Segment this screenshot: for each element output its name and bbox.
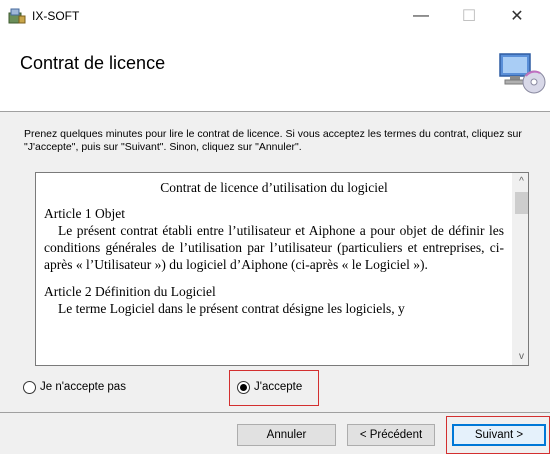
accept-radio-circle[interactable] [237, 380, 250, 394]
decline-radio-circle[interactable] [23, 380, 36, 394]
vertical-scrollbar[interactable]: ^ v [512, 173, 528, 365]
article-1-body: Le présent contrat établi entre l’utilis… [44, 223, 504, 272]
article-2-title: Article 2 Définition du Logiciel [44, 284, 216, 299]
footer-divider [0, 412, 550, 413]
title-bar[interactable]: IX-SOFT — ☐ ✕ [0, 0, 550, 32]
cancel-button[interactable]: Annuler [237, 424, 336, 446]
accept-radio[interactable]: J'accepte [237, 378, 302, 396]
license-content: Contrat de licence d’utilisation du logi… [36, 173, 512, 365]
decline-radio[interactable]: Je n'accepte pas [23, 378, 126, 396]
previous-button[interactable]: < Précédent [347, 424, 435, 446]
article-2-body: Le terme Logiciel dans le présent contra… [58, 301, 405, 316]
next-button[interactable]: Suivant > [452, 424, 546, 446]
accept-radio-label: J'accepte [254, 381, 303, 393]
intro-text: Prenez quelques minutes pour lire le con… [24, 128, 522, 153]
close-button[interactable]: ✕ [494, 0, 540, 32]
window-title: IX-SOFT [32, 9, 80, 23]
minimize-button[interactable]: — [398, 0, 444, 32]
page-title: Contrat de licence [20, 53, 166, 73]
license-text-box[interactable]: Contrat de licence d’utilisation du logi… [35, 172, 529, 366]
wizard-header: Contrat de licence [0, 32, 550, 112]
license-title: Contrat de licence d’utilisation du logi… [160, 180, 388, 195]
scroll-down-arrow-icon[interactable]: v [513, 348, 528, 365]
maximize-button[interactable]: ☐ [446, 0, 492, 32]
scroll-up-arrow-icon[interactable]: ^ [513, 173, 528, 190]
computer-cd-icon [499, 53, 546, 94]
article-1-title: Article 1 Objet [44, 206, 125, 221]
installer-icon [8, 8, 26, 24]
scroll-thumb[interactable] [515, 192, 528, 214]
decline-radio-label: Je n'accepte pas [40, 381, 126, 393]
